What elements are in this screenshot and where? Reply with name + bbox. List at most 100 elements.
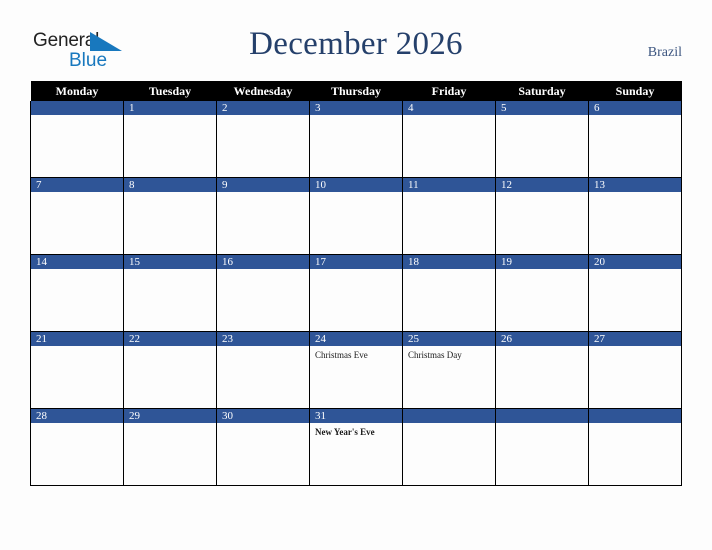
calendar-day-cell[interactable]: 26 bbox=[495, 331, 589, 409]
calendar-day-cell[interactable]: 13 bbox=[588, 177, 682, 255]
day-number: 4 bbox=[403, 101, 495, 115]
day-events bbox=[124, 115, 216, 119]
calendar-day-cell[interactable]: 22 bbox=[123, 331, 217, 409]
calendar-day-cell[interactable]: 15 bbox=[123, 254, 217, 332]
calendar-day-cell[interactable] bbox=[588, 408, 682, 486]
event-label: New Year's Eve bbox=[315, 427, 375, 437]
day-number: 10 bbox=[310, 178, 402, 192]
day-events bbox=[217, 346, 309, 350]
calendar-day-cell[interactable]: 19 bbox=[495, 254, 589, 332]
day-events bbox=[589, 346, 681, 350]
day-number bbox=[496, 409, 588, 423]
calendar-day-cell[interactable]: 24 Christmas Eve bbox=[309, 331, 403, 409]
calendar-day-cell[interactable]: 1 bbox=[123, 101, 217, 178]
calendar-week-row: 21 22 23 24 Christmas Eve 25 Christmas Day 26 27 bbox=[30, 331, 682, 409]
day-number: 26 bbox=[496, 332, 588, 346]
calendar-day-cell[interactable]: 12 bbox=[495, 177, 589, 255]
day-events bbox=[31, 346, 123, 350]
weekday-header-saturday: Saturday bbox=[495, 81, 589, 101]
day-events bbox=[31, 192, 123, 196]
weekday-header-row: Monday Tuesday Wednesday Thursday Friday… bbox=[30, 81, 682, 101]
day-events bbox=[124, 423, 216, 427]
day-number: 13 bbox=[589, 178, 681, 192]
day-events bbox=[496, 423, 588, 427]
day-events bbox=[124, 192, 216, 196]
day-events bbox=[31, 423, 123, 427]
calendar-grid: Monday Tuesday Wednesday Thursday Friday… bbox=[30, 81, 682, 486]
day-number: 18 bbox=[403, 255, 495, 269]
calendar-day-cell[interactable] bbox=[402, 408, 496, 486]
day-events bbox=[217, 192, 309, 196]
day-events bbox=[496, 115, 588, 119]
calendar-day-cell[interactable]: 20 bbox=[588, 254, 682, 332]
calendar-day-cell[interactable]: 30 bbox=[216, 408, 310, 486]
calendar-week-row: 14 15 16 17 18 19 20 bbox=[30, 254, 682, 332]
calendar-day-cell[interactable]: 5 bbox=[495, 101, 589, 178]
day-number: 22 bbox=[124, 332, 216, 346]
calendar-day-cell[interactable]: 3 bbox=[309, 101, 403, 178]
day-number: 8 bbox=[124, 178, 216, 192]
day-number: 30 bbox=[217, 409, 309, 423]
day-number: 23 bbox=[217, 332, 309, 346]
day-number: 11 bbox=[403, 178, 495, 192]
calendar-day-cell[interactable]: 25 Christmas Day bbox=[402, 331, 496, 409]
calendar-day-cell[interactable]: 9 bbox=[216, 177, 310, 255]
calendar-day-cell[interactable]: 7 bbox=[30, 177, 124, 255]
day-number bbox=[31, 101, 123, 115]
calendar-day-cell[interactable] bbox=[495, 408, 589, 486]
day-events bbox=[496, 269, 588, 273]
day-number bbox=[589, 409, 681, 423]
day-number: 19 bbox=[496, 255, 588, 269]
day-number: 24 bbox=[310, 332, 402, 346]
day-number: 2 bbox=[217, 101, 309, 115]
day-number: 5 bbox=[496, 101, 588, 115]
calendar-day-cell[interactable]: 23 bbox=[216, 331, 310, 409]
page-title: December 2026 bbox=[249, 26, 463, 62]
event-label: Christmas Day bbox=[408, 350, 462, 360]
calendar-day-cell[interactable]: 28 bbox=[30, 408, 124, 486]
weekday-header-sunday: Sunday bbox=[588, 81, 682, 101]
day-number: 31 bbox=[310, 409, 402, 423]
day-events bbox=[217, 423, 309, 427]
country-label: Brazil bbox=[647, 45, 682, 60]
day-number: 9 bbox=[217, 178, 309, 192]
calendar-day-cell[interactable]: 6 bbox=[588, 101, 682, 178]
calendar-day-cell[interactable]: 29 bbox=[123, 408, 217, 486]
calendar-day-cell[interactable]: 21 bbox=[30, 331, 124, 409]
calendar-day-cell[interactable]: 4 bbox=[402, 101, 496, 178]
day-events bbox=[589, 115, 681, 119]
day-number bbox=[403, 409, 495, 423]
day-events bbox=[310, 269, 402, 273]
day-events: New Year's Eve bbox=[310, 423, 402, 438]
day-events bbox=[496, 346, 588, 350]
day-number: 29 bbox=[124, 409, 216, 423]
day-number: 25 bbox=[403, 332, 495, 346]
day-events bbox=[310, 115, 402, 119]
day-events bbox=[217, 115, 309, 119]
calendar-day-cell[interactable] bbox=[30, 101, 124, 178]
calendar-day-cell[interactable]: 27 bbox=[588, 331, 682, 409]
calendar-day-cell[interactable]: 17 bbox=[309, 254, 403, 332]
day-number: 28 bbox=[31, 409, 123, 423]
day-events bbox=[31, 115, 123, 119]
page-header: General Blue December 2026 Brazil bbox=[0, 0, 712, 80]
day-events: Christmas Eve bbox=[310, 346, 402, 361]
day-number: 12 bbox=[496, 178, 588, 192]
calendar-day-cell[interactable]: 14 bbox=[30, 254, 124, 332]
calendar-day-cell[interactable]: 8 bbox=[123, 177, 217, 255]
day-events bbox=[403, 269, 495, 273]
calendar-day-cell[interactable]: 2 bbox=[216, 101, 310, 178]
day-number: 21 bbox=[31, 332, 123, 346]
calendar-day-cell[interactable]: 31 New Year's Eve bbox=[309, 408, 403, 486]
calendar-day-cell[interactable]: 18 bbox=[402, 254, 496, 332]
calendar-day-cell[interactable]: 16 bbox=[216, 254, 310, 332]
calendar-week-row: 123456 bbox=[30, 101, 682, 178]
day-events bbox=[217, 269, 309, 273]
calendar-day-cell[interactable]: 10 bbox=[309, 177, 403, 255]
day-events bbox=[31, 269, 123, 273]
event-label: Christmas Eve bbox=[315, 350, 368, 360]
day-events bbox=[403, 192, 495, 196]
calendar-day-cell[interactable]: 11 bbox=[402, 177, 496, 255]
weekday-header-thursday: Thursday bbox=[309, 81, 403, 101]
calendar-body: 1 2 3 4 5 6 7 8 9 10 11 12 13 14 15 16 17 18 19 20 21 22 23 24 C… bbox=[30, 101, 682, 486]
